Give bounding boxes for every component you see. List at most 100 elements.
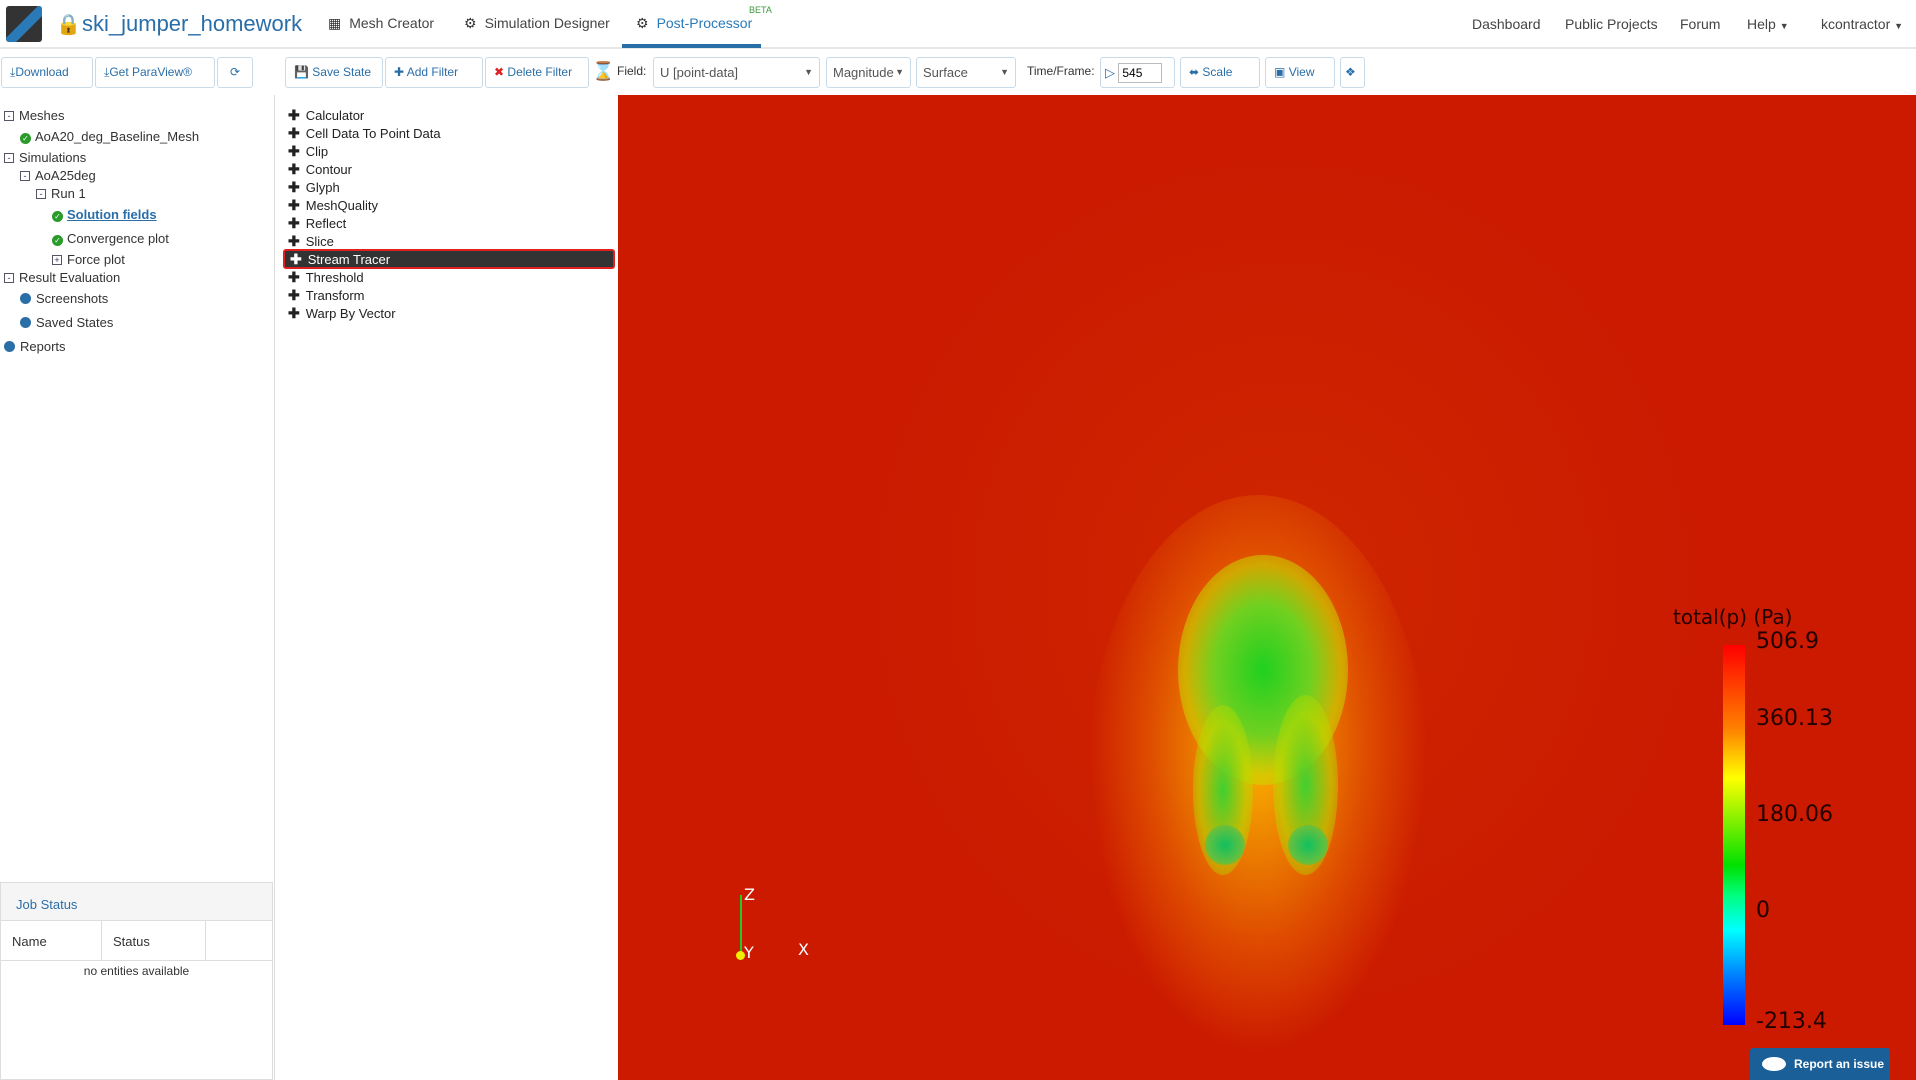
job-status-panel: Job Status Name Status no entities avail… <box>0 882 273 1080</box>
filter-item[interactable]: ✚ Calculator <box>283 105 615 125</box>
colorbar-label: 0 <box>1756 898 1770 923</box>
filter-item[interactable]: ✚ Stream Tracer <box>283 249 615 269</box>
component-select[interactable]: Magnitude ▼ <box>826 57 911 88</box>
tree-simulation-aoa25deg[interactable]: - AoA25deg <box>20 168 96 183</box>
tree-simulations[interactable]: - Simulations <box>4 150 86 165</box>
tree-mesh-item[interactable]: ✓ AoA20_deg_Baseline_Mesh <box>20 129 199 144</box>
tree-run-1[interactable]: - Run 1 <box>36 186 86 201</box>
time-frame-control[interactable]: ▷ <box>1100 57 1175 88</box>
simscale-logo[interactable] <box>6 6 42 42</box>
eye-icon <box>1762 1057 1786 1071</box>
reset-icon: ❖ <box>1345 65 1356 79</box>
representation-select[interactable]: Surface ▼ <box>916 57 1016 88</box>
plus-icon: ✚ <box>290 251 302 267</box>
column-name[interactable]: Name <box>1 921 102 960</box>
tree-convergence-plot[interactable]: ✓ Convergence plot <box>52 231 169 246</box>
tree-reports[interactable]: Reports <box>4 339 66 354</box>
z-axis-label: Z <box>744 885 755 904</box>
scale-button[interactable]: ⬌ Scale <box>1180 57 1260 88</box>
nav-help[interactable]: Help ▼ <box>1747 16 1789 32</box>
caret-down-icon: ▼ <box>1779 21 1789 31</box>
tree-solution-fields[interactable]: ✓ Solution fields <box>52 207 157 222</box>
report-issue-button[interactable]: Report an issue <box>1750 1048 1890 1080</box>
field-select[interactable]: U [point-data] ▼ <box>653 57 820 88</box>
plus-icon: ✚ <box>288 161 300 177</box>
beta-badge: BETA <box>749 5 772 15</box>
plus-icon: ✚ <box>288 125 300 141</box>
x-icon: ✖ <box>494 65 505 79</box>
filter-item[interactable]: ✚ Cell Data To Point Data <box>283 123 615 143</box>
field-foot-left <box>1205 825 1245 865</box>
collapse-icon[interactable]: - <box>36 189 46 199</box>
collapse-icon[interactable]: - <box>4 153 14 163</box>
download-button[interactable]: ⤓Download <box>1 57 93 88</box>
z-axis-line <box>740 895 742 955</box>
nav-simulation-designer[interactable]: ⚙ Simulation Designer <box>464 15 610 32</box>
nav-post-processor[interactable]: ⚙ Post-Processor <box>636 15 752 32</box>
tree-screenshots[interactable]: Screenshots <box>20 291 108 306</box>
top-navbar: 🔒 ski_jumper_homework ▦ Mesh Creator ⚙ Sim… <box>0 0 1916 49</box>
job-status-title: Job Status <box>1 883 272 921</box>
refresh-button[interactable]: ⟳ <box>217 57 253 88</box>
collapse-icon[interactable]: - <box>4 273 14 283</box>
time-frame-input[interactable] <box>1118 63 1163 83</box>
column-status[interactable]: Status <box>102 921 206 960</box>
colorbar-label-min: -213.4 <box>1756 1009 1827 1034</box>
colorbar-title: total(p) (Pa) <box>1673 605 1793 629</box>
circle-icon <box>20 317 31 328</box>
circle-icon <box>20 293 31 304</box>
job-status-empty: no entities available <box>83 964 190 978</box>
cog-icon: ⚙ <box>636 15 649 31</box>
colorbar-label-max: 506.9 <box>1756 629 1819 654</box>
plus-icon: ✚ <box>288 179 300 195</box>
filter-item[interactable]: ✚ MeshQuality <box>283 195 615 215</box>
colorbar <box>1723 645 1745 1025</box>
filter-item[interactable]: ✚ Reflect <box>283 213 615 233</box>
field-foot-right <box>1288 825 1328 865</box>
filter-item[interactable]: ✚ Clip <box>283 141 615 161</box>
caret-down-icon: ▼ <box>1894 21 1904 31</box>
x-axis-label: X <box>798 940 809 959</box>
add-filter-button[interactable]: ✚ Add Filter <box>385 57 483 88</box>
plus-icon: ✚ <box>288 143 300 159</box>
filter-item[interactable]: ✚ Contour <box>283 159 615 179</box>
tree-force-plot[interactable]: + Force plot <box>52 252 125 267</box>
lock-icon: 🔒 <box>56 14 81 36</box>
reset-camera-button[interactable]: ❖ <box>1340 57 1365 88</box>
arrows-horizontal-icon: ⬌ <box>1189 65 1200 79</box>
delete-filter-button[interactable]: ✖ Delete Filter <box>485 57 589 88</box>
caret-down-icon: ▼ <box>804 67 813 77</box>
filter-item[interactable]: ✚ Glyph <box>283 177 615 197</box>
active-tab-indicator <box>622 44 761 48</box>
expand-icon[interactable]: + <box>52 255 62 265</box>
project-title[interactable]: ski_jumper_homework <box>82 11 302 37</box>
nav-forum[interactable]: Forum <box>1680 16 1720 32</box>
3d-viewport[interactable]: Z Y X total(p) (Pa) 506.9 360.13 180.06 … <box>618 95 1916 1080</box>
save-state-button[interactable]: 💾 Save State <box>285 57 383 88</box>
get-paraview-button[interactable]: ⤓Get ParaView® <box>95 57 215 88</box>
collapse-icon[interactable]: - <box>20 171 30 181</box>
circle-icon <box>4 341 15 352</box>
camera-icon: ▣ <box>1274 65 1286 79</box>
tree-result-evaluation[interactable]: - Result Evaluation <box>4 270 120 285</box>
user-menu[interactable]: kcontractor ▼ <box>1821 16 1903 32</box>
filter-item[interactable]: ✚ Warp By Vector <box>283 303 615 323</box>
gears-icon: ⚙ <box>464 15 477 31</box>
tree-meshes[interactable]: - Meshes <box>4 108 65 123</box>
filter-item[interactable]: ✚ Threshold <box>283 267 615 287</box>
tree-saved-states[interactable]: Saved States <box>20 315 113 330</box>
time-frame-label: Time/Frame: <box>1027 64 1095 78</box>
plus-icon: ✚ <box>288 269 300 285</box>
nav-mesh-creator[interactable]: ▦ Mesh Creator <box>328 15 434 32</box>
filter-item[interactable]: ✚ Slice <box>283 231 615 251</box>
hourglass-icon: ⌛ <box>592 61 615 81</box>
field-label: Field: <box>617 64 647 78</box>
colorbar-label: 360.13 <box>1756 706 1833 731</box>
filter-item[interactable]: ✚ Transform <box>283 285 615 305</box>
collapse-icon[interactable]: - <box>4 111 14 121</box>
nav-public-projects[interactable]: Public Projects <box>1565 16 1658 32</box>
play-icon: ▷ <box>1105 65 1115 80</box>
view-button[interactable]: ▣ View <box>1265 57 1335 88</box>
nav-dashboard[interactable]: Dashboard <box>1472 16 1541 32</box>
caret-down-icon: ▼ <box>1000 67 1009 77</box>
